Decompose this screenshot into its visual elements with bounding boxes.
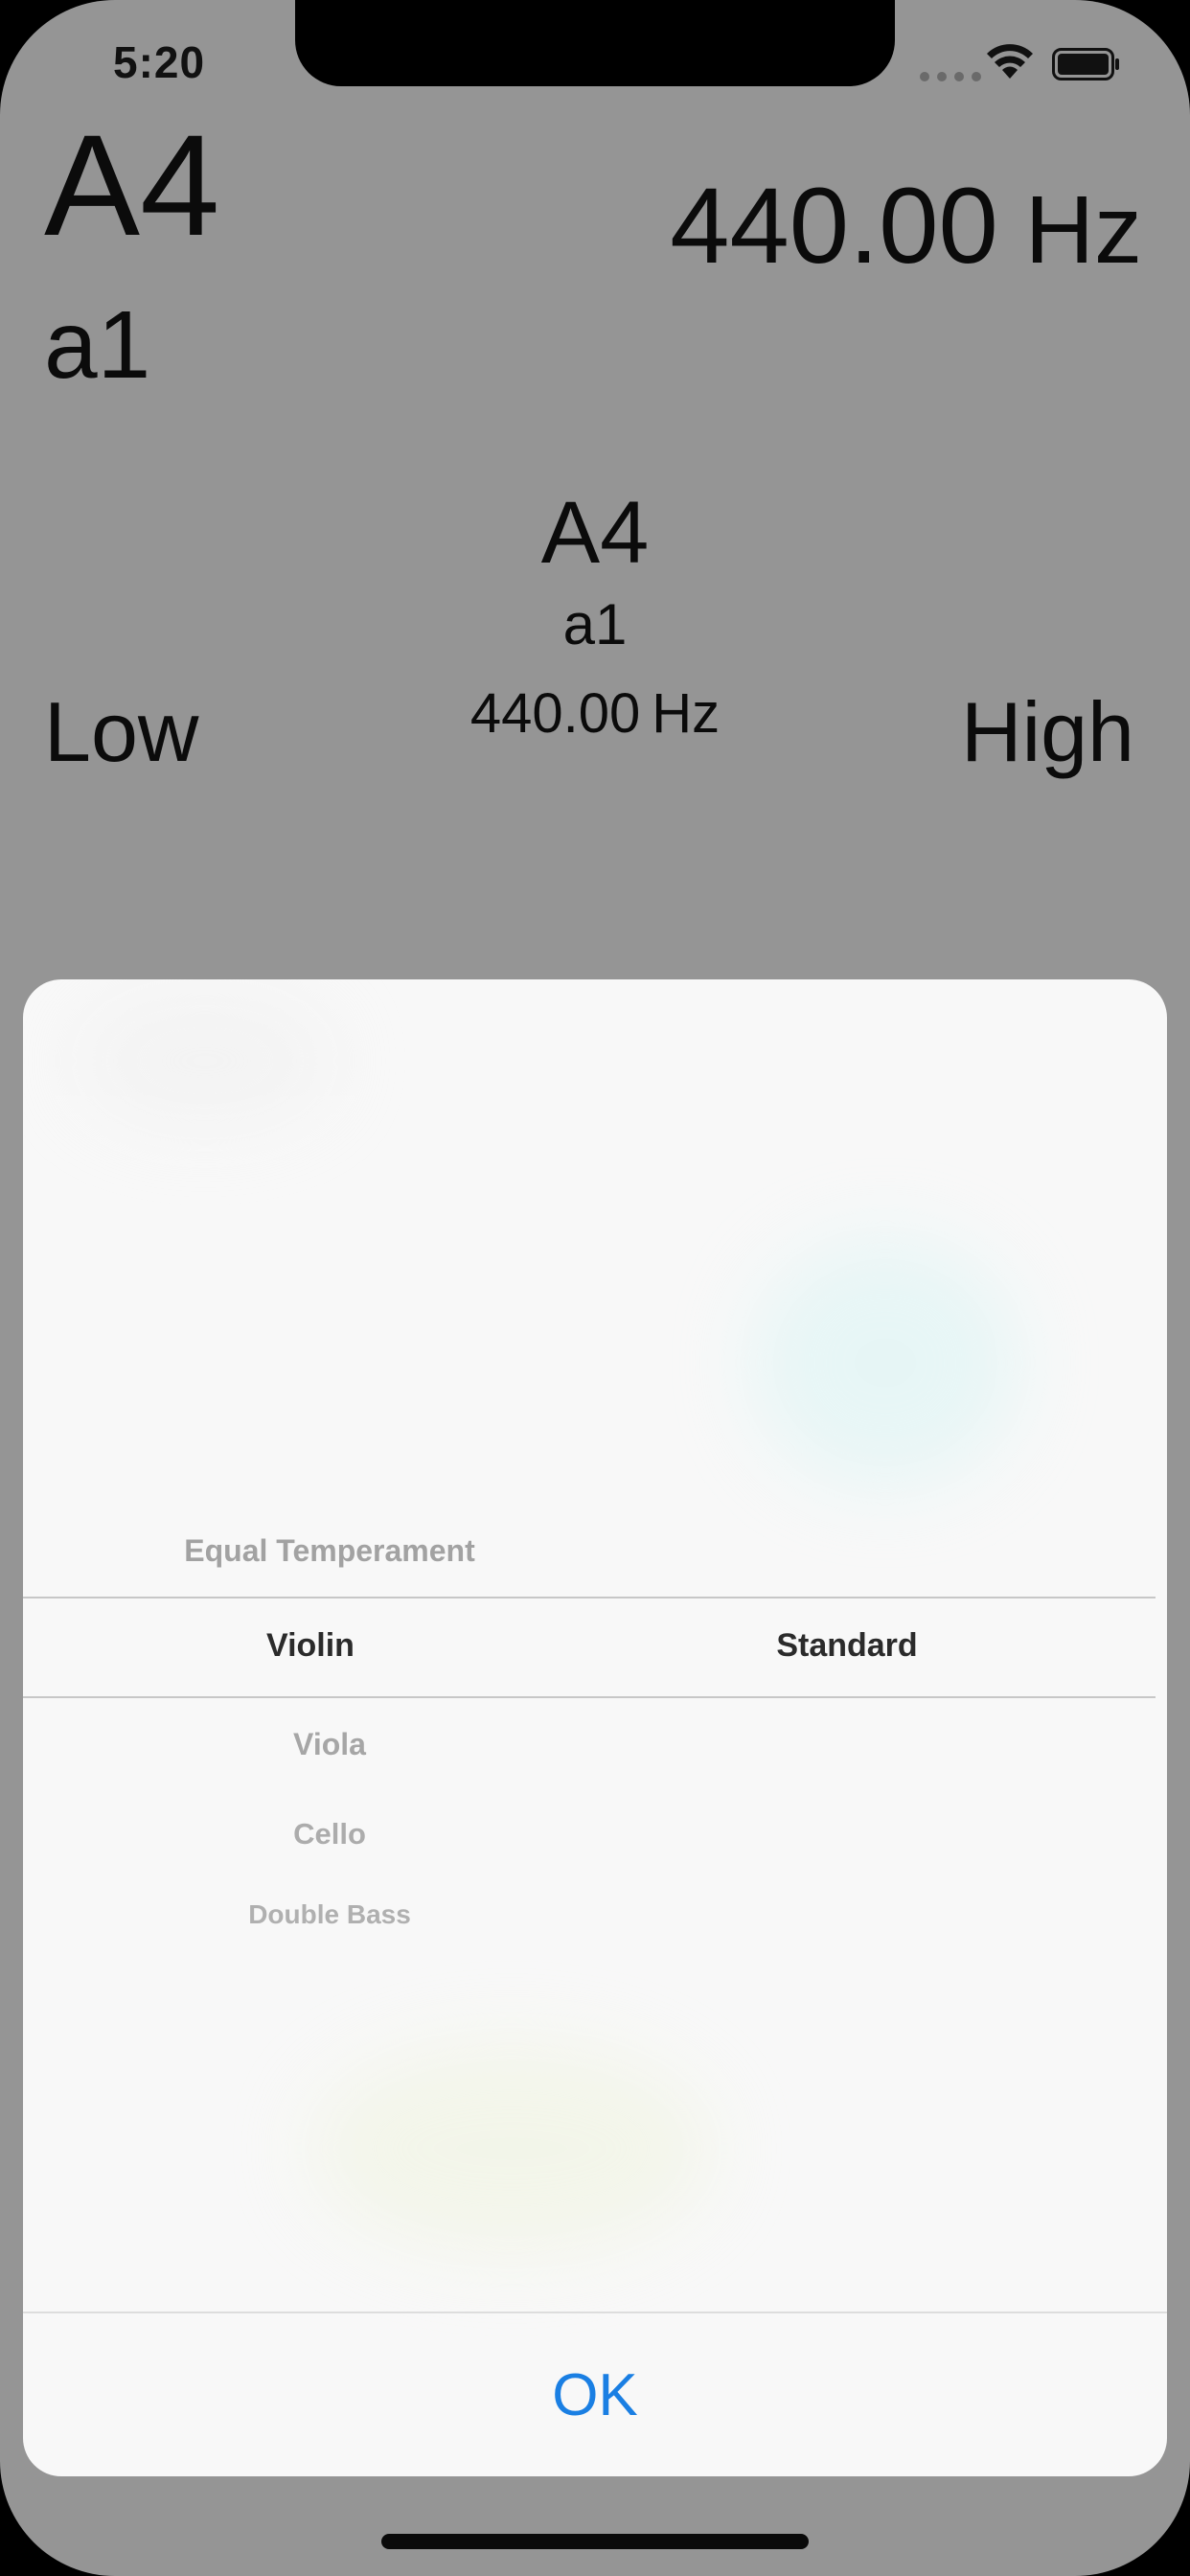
- signal-dots-icon: [920, 72, 981, 81]
- frequency-value: 440.00: [670, 166, 998, 286]
- picker-option-viola[interactable]: Viola: [23, 1727, 636, 1762]
- home-indicator[interactable]: [381, 2534, 809, 2549]
- picker-option-above[interactable]: Equal Temperament: [23, 1533, 636, 1569]
- instrument-picker-sheet: Equal Temperament Violin Standard Viola …: [23, 979, 1167, 2476]
- target-frequency-unit: Hz: [652, 682, 721, 745]
- picker-selection-top-line: [23, 1597, 1156, 1598]
- sheet-blur-decoration: [80, 999, 330, 1123]
- picker-tuning-selected[interactable]: Standard: [598, 1627, 1096, 1665]
- high-label: High: [961, 684, 1134, 779]
- frequency-unit: Hz: [1024, 176, 1142, 284]
- picker-option-cello[interactable]: Cello: [23, 1817, 636, 1852]
- detected-frequency: 440.00 Hz: [670, 172, 1142, 280]
- sheet-blur-decoration: [310, 2043, 713, 2254]
- app-screen: 5:20 A4 a1 440.00 Hz A4 a1 440.00 Hz Low …: [0, 0, 1190, 2576]
- ok-button[interactable]: OK: [23, 2313, 1167, 2476]
- detected-note-alt: a1: [44, 291, 151, 399]
- target-note-alt: a1: [562, 592, 628, 656]
- target-note: A4: [540, 484, 650, 582]
- picker-option-double-bass[interactable]: Double Bass: [23, 1899, 636, 1930]
- picker-selection-bottom-line: [23, 1696, 1156, 1698]
- low-label: Low: [44, 684, 199, 779]
- target-frequency-value: 440.00: [469, 682, 641, 745]
- status-time: 5:20: [113, 37, 206, 87]
- detected-note: A4: [44, 104, 220, 265]
- device-notch: [295, 0, 895, 86]
- wifi-icon: [987, 44, 1033, 79]
- sheet-blur-decoration: [751, 1238, 1019, 1487]
- picker-instrument-selected[interactable]: Violin: [23, 1627, 598, 1665]
- battery-icon: [1052, 48, 1119, 80]
